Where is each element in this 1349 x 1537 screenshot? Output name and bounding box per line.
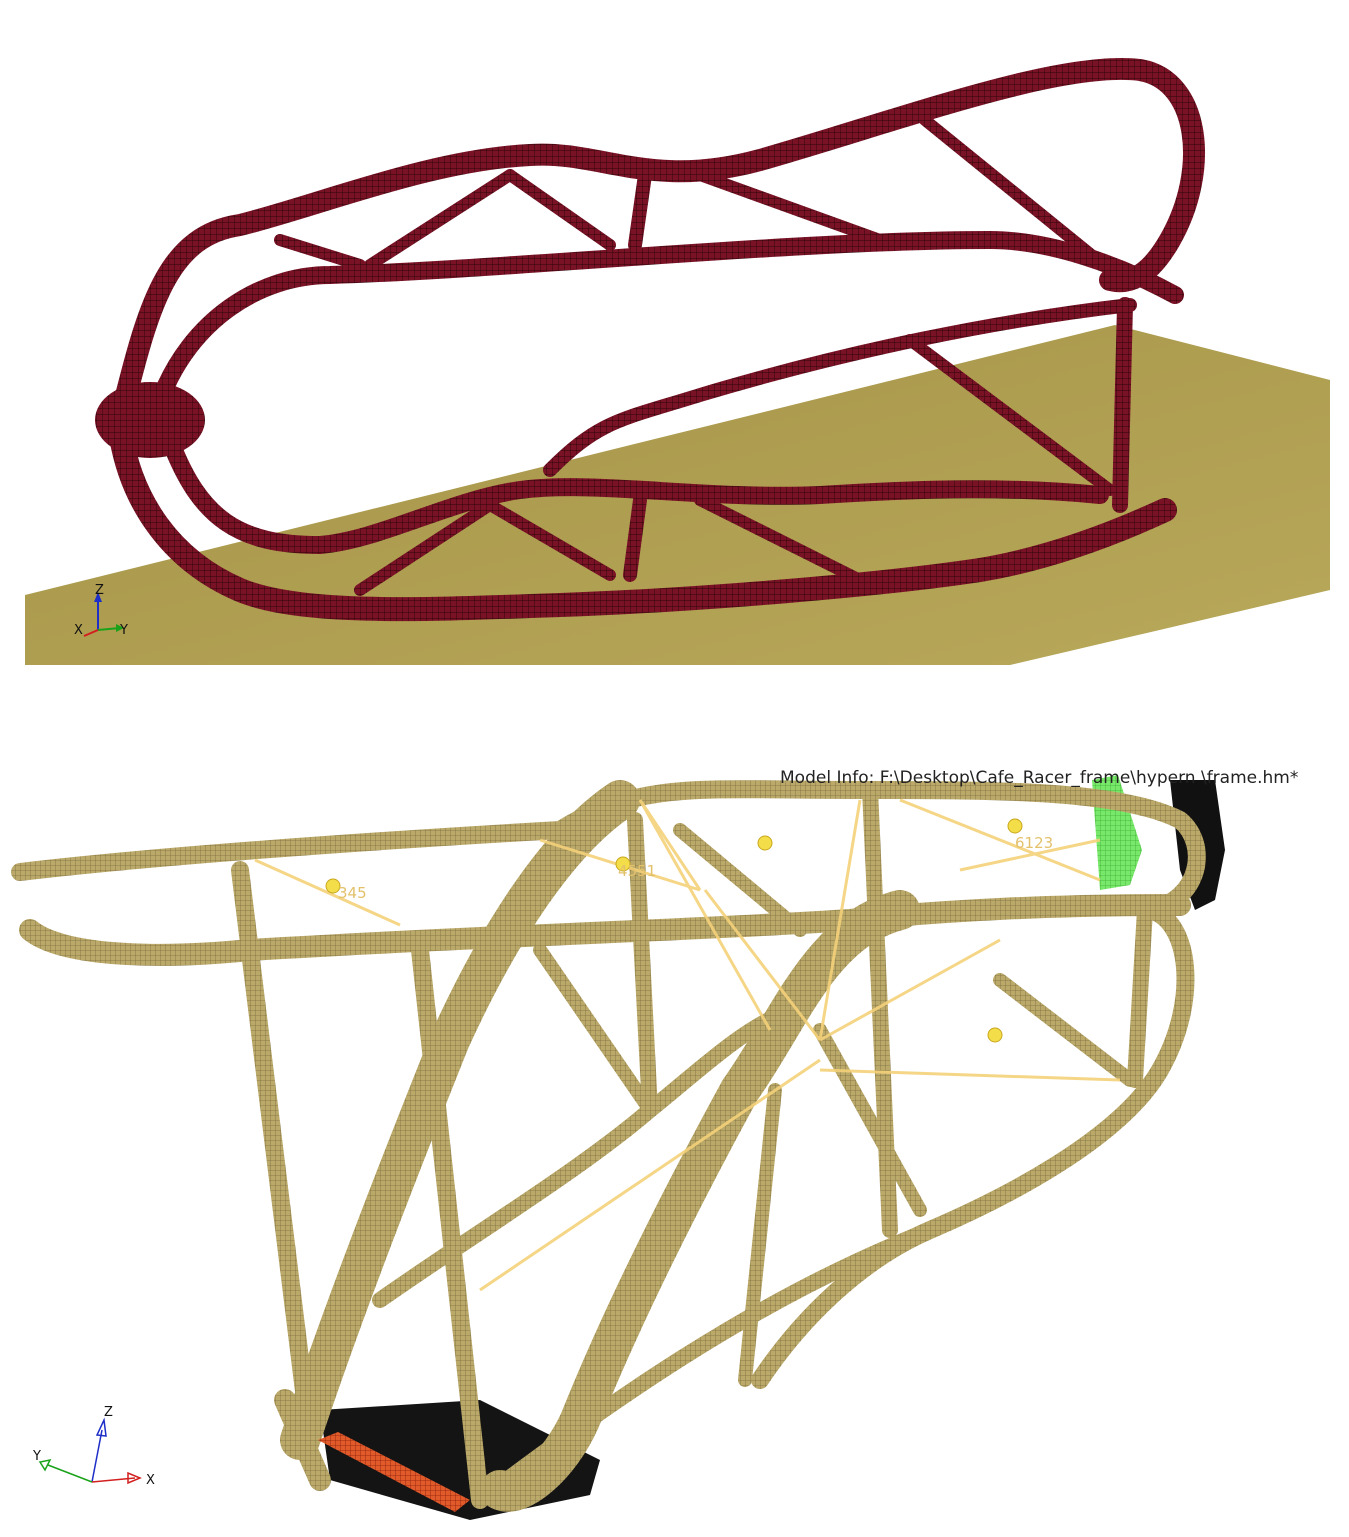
frame-post [738,1083,782,1387]
frame-brace [813,1023,927,1217]
frame-brace [673,823,807,937]
frame-post [1127,902,1153,1088]
axis-z-label: Z [104,1405,113,1420]
frame-model[interactable] [11,780,1206,1512]
frame-brace [274,234,366,271]
frame-brace [504,169,616,251]
frame-brace [533,943,657,1117]
axis-y-label: Y [32,1449,41,1464]
node-sphere [1007,818,1023,834]
node-label: 6123 [1015,834,1053,852]
axis-x-label: X [74,623,83,638]
frame-rear-post [1112,297,1133,513]
axis-x-label: X [146,1473,155,1488]
model-info-label: Model Info: F:\Desktop\Cafe_Racer_frame\… [780,768,1299,788]
frame-down-tube-right [480,890,920,1512]
frame-upper-inner-rail [19,894,1191,966]
axis-triad-bottom: Z X Y [32,1405,155,1488]
top-viewport[interactable]: Z X Y [0,0,1349,690]
frame-head-tube [95,382,205,458]
axis-y-label: Y [119,623,128,638]
frame-mid-post-bottom [623,493,647,582]
bottom-model-canvas[interactable]: 345 4551 6123 Z X Y [0,760,1349,1537]
node-sphere [757,835,773,851]
top-model-canvas[interactable]: Z X Y [0,0,1349,690]
frame-brace [694,169,886,246]
frame-mid-post-top [628,168,652,252]
node-sphere [987,1027,1003,1043]
axis-z-label: Z [95,583,104,598]
bottom-viewport[interactable]: 345 4551 6123 Z X Y Model Info: F:\Deskt… [0,760,1349,1537]
node-label: 4551 [618,862,656,880]
frame-brace [993,973,1137,1087]
node-label: 345 [338,884,367,902]
